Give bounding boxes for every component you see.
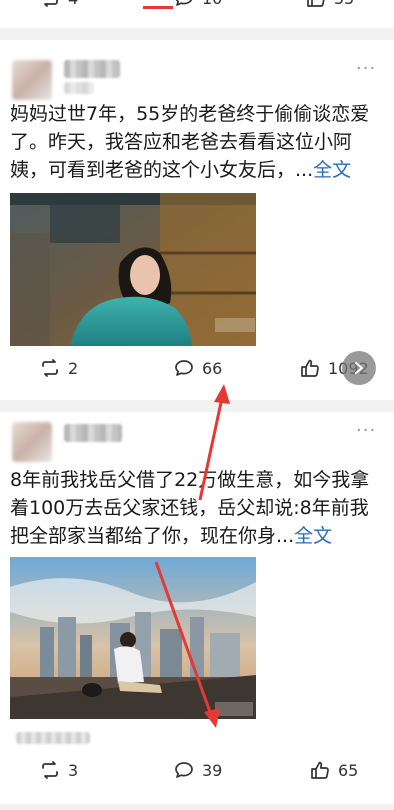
repost-icon [42,359,58,377]
like-icon [311,761,329,779]
like-button[interactable]: 55 [306,0,354,8]
read-more-link[interactable]: 全文 [313,159,351,181]
feed-divider [0,400,394,412]
repost-icon [44,0,58,7]
repost-button[interactable]: 2 [40,358,78,378]
comment-button[interactable]: 39 [174,760,222,780]
like-icon [301,359,319,377]
feed-divider [0,28,394,40]
username[interactable] [64,424,122,442]
chevron-right-icon[interactable] [342,351,376,385]
repost-count: 3 [68,760,79,780]
active-tab-indicator [143,6,173,9]
post-text[interactable]: 妈妈过世7年，55岁的老爸终于偷偷谈恋爱了。昨天，我答应和老爸去看看这位小阿姨，… [10,100,384,184]
comment-count: 39 [202,760,223,780]
repost-button[interactable]: 4 [40,0,78,8]
post-image[interactable] [10,193,256,346]
read-more-link[interactable]: 全文 [294,525,332,547]
comment-button[interactable]: 10 [174,0,222,8]
more-icon[interactable]: ··· [356,58,376,79]
username[interactable] [64,60,120,78]
repost-icon [42,761,58,779]
location-tag [16,732,90,744]
post-text[interactable]: 8年前我找岳父借了22万做生意，如今我拿着100万去岳父家还钱，岳父却说:8年前… [10,466,384,550]
repost-button[interactable]: 3 [40,760,78,780]
comment-button[interactable]: 66 [174,358,222,378]
repost-count: 4 [68,0,78,8]
comment-icon [175,762,193,778]
comment-count: 66 [202,358,223,378]
comment-icon [175,0,193,6]
repost-count: 2 [68,358,79,378]
avatar[interactable] [12,422,52,462]
feed-post[interactable]: ··· 妈妈过世7年，55岁的老爸终于偷偷谈恋爱了。昨天，我答应和老爸去看看这位… [0,40,394,400]
username-suffix [64,82,94,94]
more-icon[interactable]: ··· [356,420,376,441]
like-count: 65 [338,760,359,780]
avatar[interactable] [12,60,52,100]
comment-count: 10 [202,0,222,8]
feed-divider [0,804,394,810]
like-button[interactable]: 65 [310,760,358,780]
post-image[interactable] [10,557,256,719]
previous-post-stub: 4 10 55 [0,0,394,28]
like-icon [307,0,325,7]
like-count: 55 [334,0,354,8]
feed-post[interactable]: ··· 8年前我找岳父借了22万做生意，如今我拿着100万去岳父家还钱，岳父却说… [0,412,394,804]
comment-icon [175,360,193,376]
